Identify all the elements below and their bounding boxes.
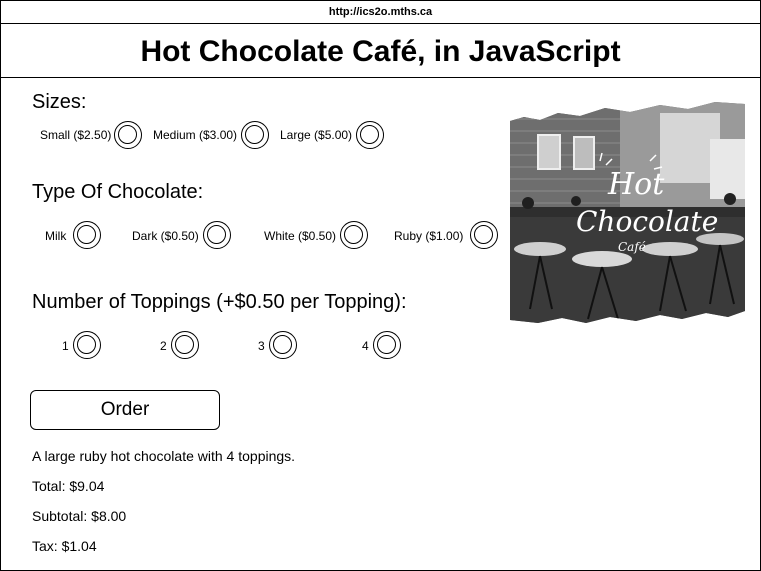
size-medium-label: Medium ($3.00) — [153, 128, 238, 142]
size-large-radio[interactable] — [356, 121, 384, 149]
address-bar[interactable]: http://ics2o.mths.ca — [1, 1, 760, 24]
total-text: Total: $9.04 — [32, 478, 105, 494]
toppings-1-radio[interactable] — [73, 331, 101, 359]
size-small-label: Small ($2.50) — [40, 128, 112, 142]
logo-line1: Hot — [607, 167, 665, 202]
toppings-4-radio[interactable] — [373, 331, 401, 359]
toppings-1-label: 1 — [62, 339, 69, 353]
subtotal-text: Subtotal: $8.00 — [32, 508, 127, 524]
chocolate-ruby-label: Ruby ($1.00) — [394, 229, 464, 243]
tax-text: Tax: $1.04 — [32, 538, 97, 554]
toppings-4-label: 4 — [362, 339, 369, 353]
chocolate-milk-label: Milk — [45, 229, 67, 243]
toppings-3-label: 3 — [258, 339, 265, 353]
chocolate-dark-label: Dark ($0.50) — [132, 229, 199, 243]
size-large-label: Large ($5.00) — [280, 128, 353, 142]
cafe-image: Hot Chocolate Café — [510, 99, 745, 325]
order-summary: A large ruby hot chocolate with 4 toppin… — [32, 448, 296, 464]
size-small-radio[interactable] — [114, 121, 142, 149]
logo-line2: Chocolate — [576, 205, 718, 238]
size-medium-radio[interactable] — [241, 121, 269, 149]
chocolate-ruby-radio[interactable] — [470, 221, 498, 249]
order-button[interactable]: Order — [30, 390, 220, 430]
chocolate-white-label: White ($0.50) — [264, 229, 337, 243]
logo-line3: Café — [618, 240, 646, 254]
toppings-heading: Number of Toppings (+$0.50 per Topping): — [32, 291, 407, 313]
toppings-2-radio[interactable] — [171, 331, 199, 359]
chocolate-white-radio[interactable] — [340, 221, 368, 249]
page-title: Hot Chocolate Café, in JavaScript — [1, 24, 760, 78]
chocolate-heading: Type Of Chocolate: — [32, 181, 204, 203]
chocolate-dark-radio[interactable] — [203, 221, 231, 249]
toppings-3-radio[interactable] — [269, 331, 297, 359]
chocolate-milk-radio[interactable] — [73, 221, 101, 249]
sizes-heading: Sizes: — [32, 91, 87, 113]
toppings-2-label: 2 — [160, 339, 167, 353]
